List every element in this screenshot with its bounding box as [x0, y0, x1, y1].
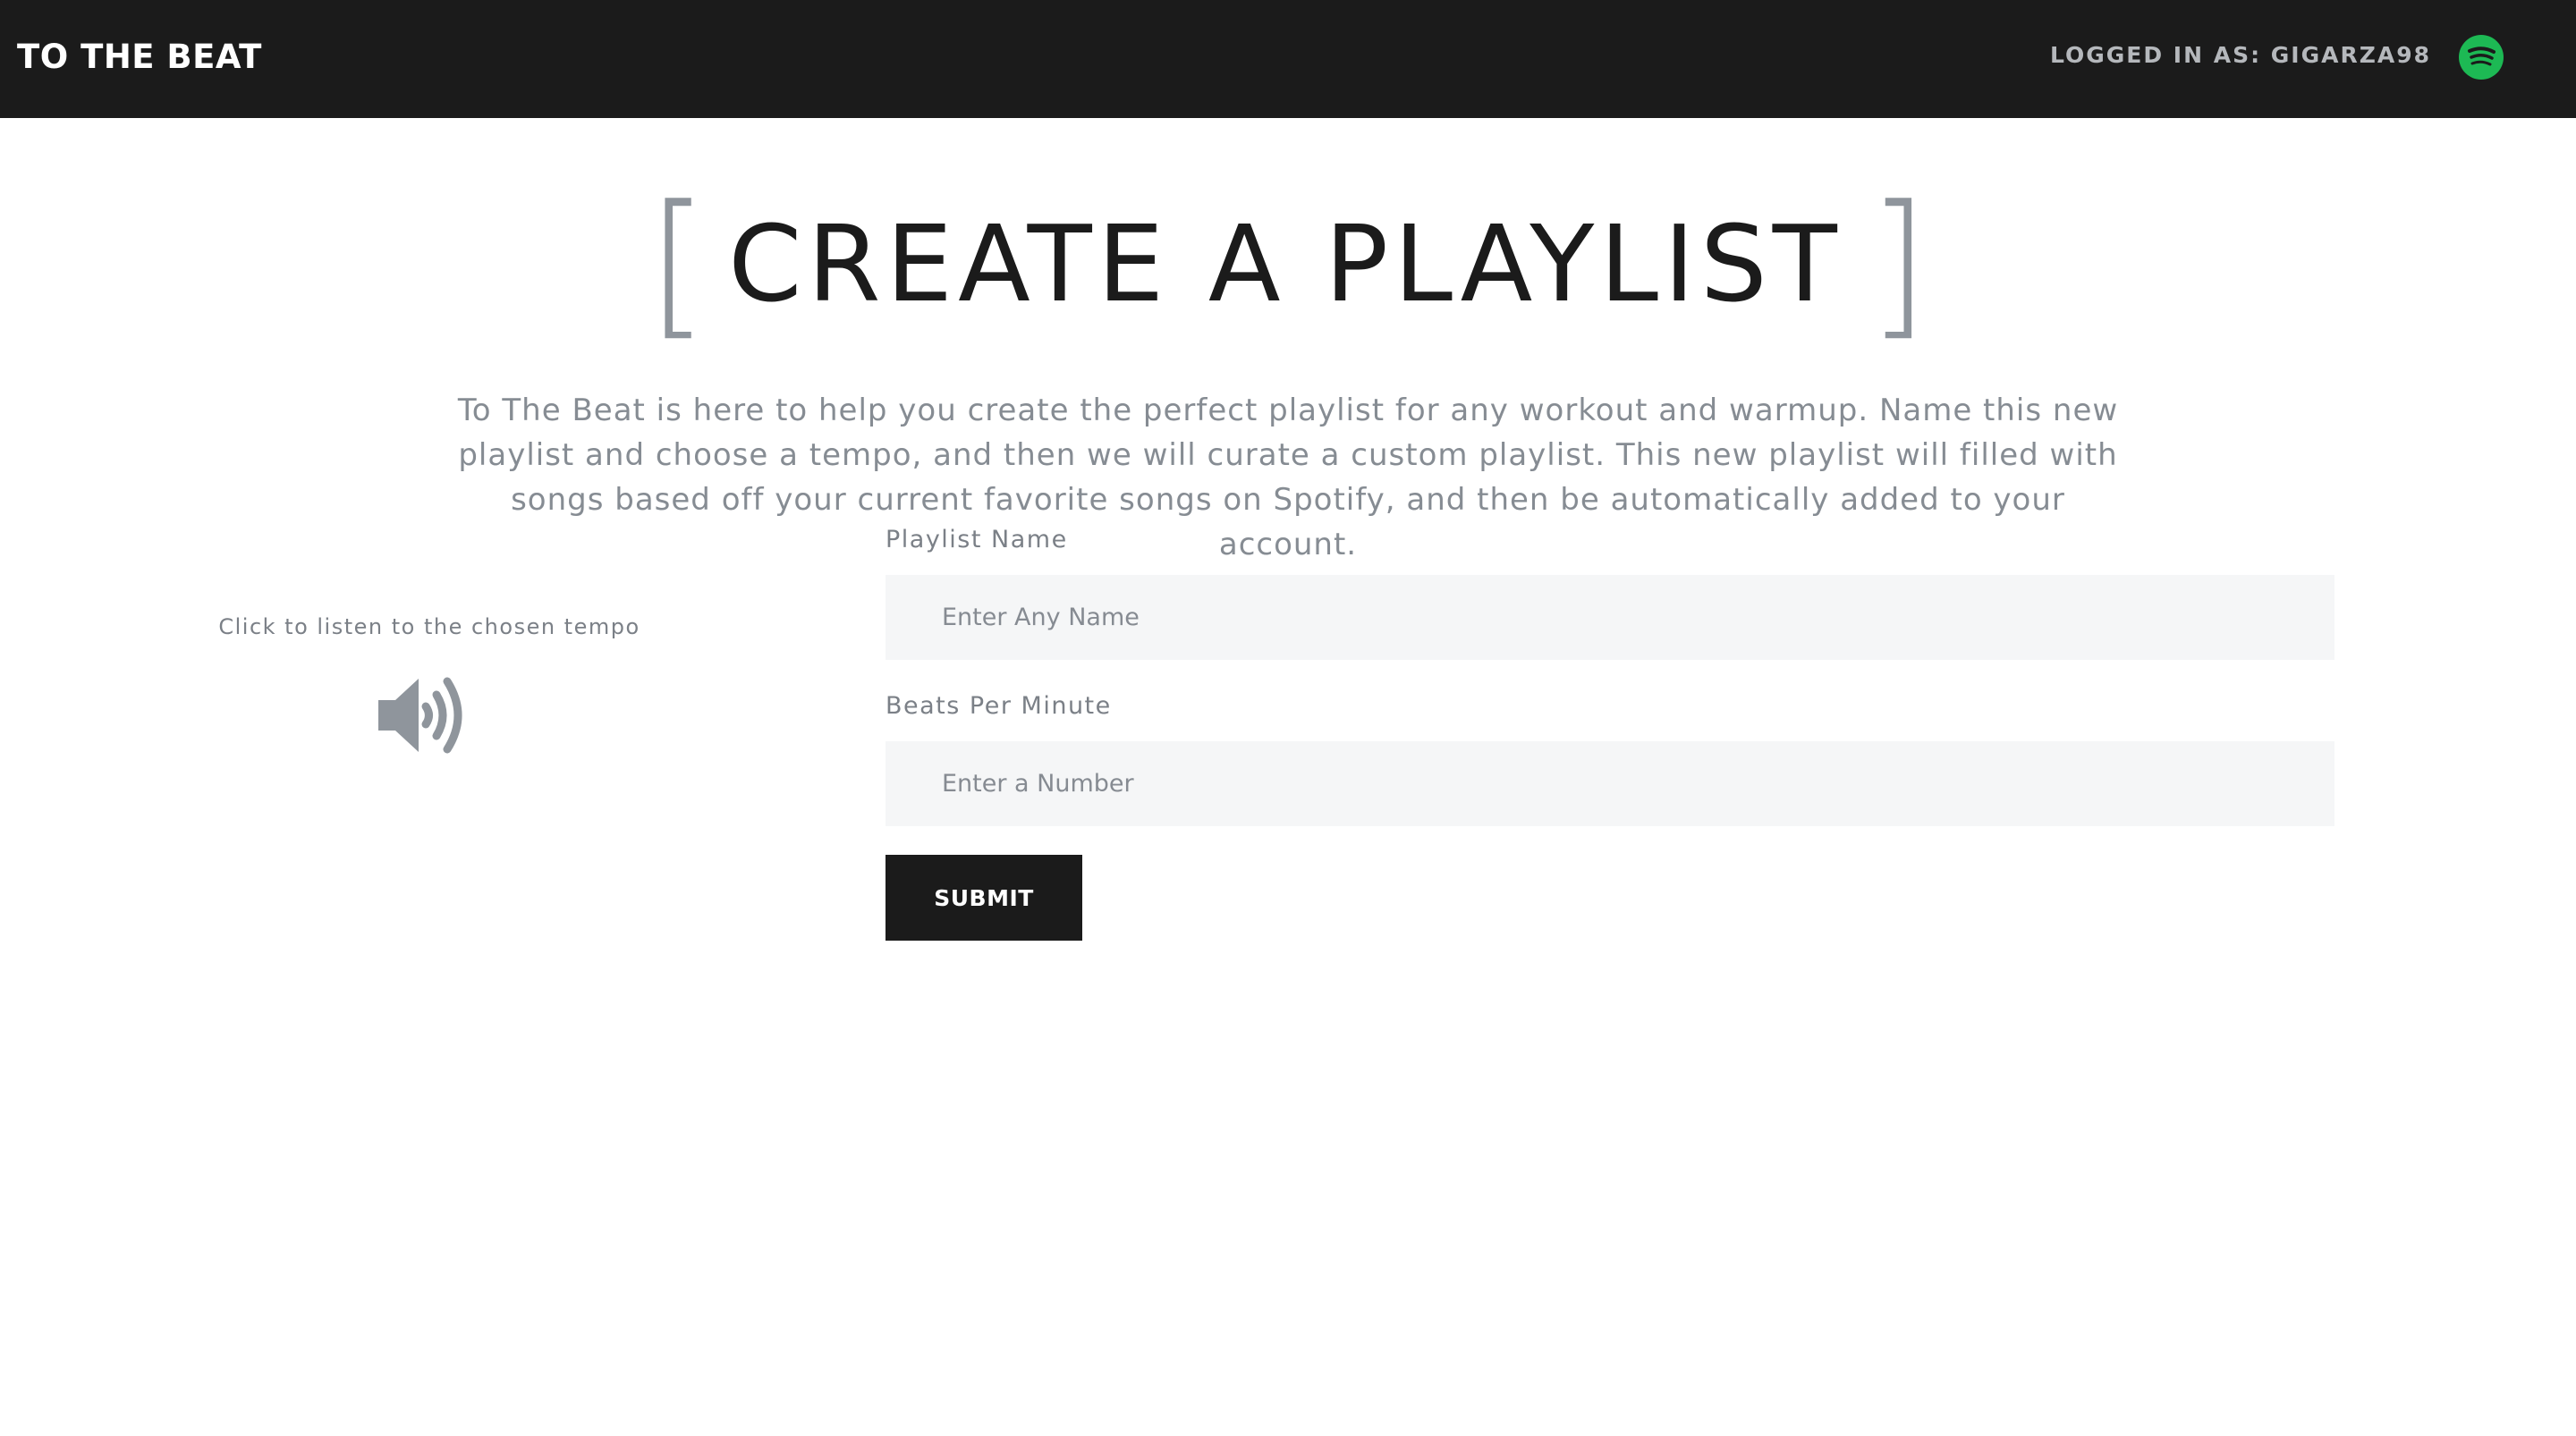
title-bracket-left: [: [647, 172, 709, 355]
playlist-name-label: Playlist Name: [886, 526, 1068, 553]
logged-in-user: LOGGED IN AS: GIGARZA98: [2049, 42, 2431, 68]
spotify-icon[interactable]: [2459, 35, 2504, 80]
navbar: TO THE BEAT LOGGED IN AS: GIGARZA98: [0, 0, 2576, 118]
brand-logo[interactable]: TO THE BEAT: [17, 36, 262, 79]
playlist-name-input[interactable]: [886, 575, 2334, 660]
title-bracket-right: ]: [1867, 172, 1929, 355]
intro-description: To The Beat is here to help you create t…: [457, 393, 2119, 562]
page-header: [CREATE A PLAYLIST]: [0, 179, 2576, 349]
speaker-volume-icon[interactable]: [376, 671, 483, 760]
submit-button[interactable]: SUBMIT: [886, 855, 1082, 941]
tempo-label: Click to listen to the chosen tempo: [218, 614, 640, 639]
bpm-label: Beats Per Minute: [886, 692, 1112, 720]
bpm-input[interactable]: [886, 741, 2334, 826]
page-title: CREATE A PLAYLIST: [728, 202, 1843, 325]
